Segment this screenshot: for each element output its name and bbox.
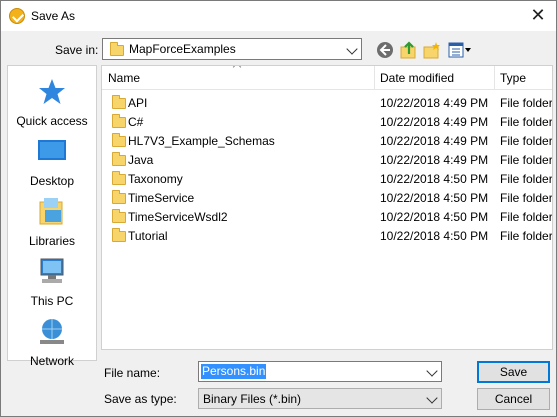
folder-icon	[112, 95, 126, 109]
file-row[interactable]: API 10/22/2018 4:49 PM File folder	[102, 93, 553, 112]
place-label: Network	[29, 354, 74, 368]
file-list[interactable]: Name Date modified Type API 10/22/2018 4…	[101, 65, 553, 350]
file-row[interactable]: HL7V3_Example_Schemas 10/22/2018 4:49 PM…	[102, 131, 553, 150]
column-divider[interactable]	[494, 66, 495, 90]
save-as-dialog: Save As ✕ Save in: MapForceExamples Quic…	[0, 0, 557, 417]
network-icon	[40, 319, 64, 344]
folder-icon	[110, 42, 124, 56]
file-row[interactable]: TimeServiceWsdl2 10/22/2018 4:50 PM File…	[102, 207, 553, 226]
close-button[interactable]: ✕	[526, 4, 550, 28]
save-in-label: Save in:	[55, 43, 99, 57]
file-date: 10/22/2018 4:50 PM	[380, 191, 489, 205]
column-divider[interactable]	[374, 66, 375, 90]
file-type: File folder	[500, 134, 553, 148]
file-date: 10/22/2018 4:49 PM	[380, 134, 489, 148]
file-type: File folder	[500, 115, 553, 129]
file-type: File folder	[500, 172, 553, 186]
file-type: File folder	[500, 96, 553, 110]
folder-icon	[112, 190, 126, 204]
column-header: Name Date modified Type	[102, 66, 552, 90]
column-name[interactable]: Name	[108, 71, 140, 85]
this-pc-icon	[40, 258, 64, 283]
view-menu-icon[interactable]	[447, 40, 473, 60]
folder-icon	[112, 133, 126, 147]
mapforce-app-icon	[9, 8, 25, 24]
places-bar: Quick access Desktop Libraries This PC N…	[7, 65, 97, 368]
place-label: Libraries	[28, 234, 76, 248]
place-label: Desktop	[29, 174, 75, 188]
title-bar[interactable]: Save As ✕	[1, 1, 556, 31]
back-icon[interactable]	[375, 40, 395, 60]
window-title: Save As	[31, 9, 76, 23]
file-row[interactable]: TimeService 10/22/2018 4:50 PM File fold…	[102, 188, 553, 207]
file-name: HL7V3_Example_Schemas	[128, 134, 275, 148]
place-network[interactable]: Network	[8, 316, 96, 374]
column-date-modified[interactable]: Date modified	[380, 71, 454, 85]
file-name: Taxonomy	[128, 172, 183, 186]
chevron-down-icon	[346, 43, 358, 55]
file-date: 10/22/2018 4:50 PM	[380, 210, 489, 224]
place-label: This PC	[30, 294, 74, 308]
file-type: File folder	[500, 153, 553, 167]
quick-access-icon	[39, 79, 65, 104]
file-date: 10/22/2018 4:49 PM	[380, 115, 489, 129]
place-desktop[interactable]: Desktop	[8, 136, 96, 194]
place-label: Quick access	[16, 114, 88, 128]
folder-icon	[112, 209, 126, 223]
place-libraries[interactable]: Libraries	[8, 196, 96, 254]
save-as-type-value: Binary Files (*.bin)	[203, 392, 302, 406]
up-folder-icon[interactable]	[399, 40, 419, 60]
file-date: 10/22/2018 4:50 PM	[380, 172, 489, 186]
file-name: Tutorial	[128, 229, 168, 243]
cancel-button[interactable]: Cancel	[477, 388, 550, 410]
folder-icon	[112, 114, 126, 128]
save-as-type-label: Save as type:	[104, 392, 177, 406]
file-name-combo[interactable]: Persons.bin	[198, 361, 442, 382]
new-folder-icon[interactable]	[422, 40, 442, 60]
place-quick-access[interactable]: Quick access	[8, 76, 96, 134]
folder-icon	[112, 228, 126, 242]
file-type: File folder	[500, 229, 553, 243]
file-row[interactable]: Taxonomy 10/22/2018 4:50 PM File folder	[102, 169, 553, 188]
file-name: API	[128, 96, 148, 110]
place-this-pc[interactable]: This PC	[8, 256, 96, 314]
file-row[interactable]: Java 10/22/2018 4:49 PM File folder	[102, 150, 553, 169]
file-name: TimeService	[128, 191, 195, 205]
file-type: File folder	[500, 191, 553, 205]
file-name: TimeServiceWsdl2	[128, 210, 228, 224]
file-date: 10/22/2018 4:49 PM	[380, 96, 489, 110]
chevron-down-icon	[426, 392, 438, 404]
file-date: 10/22/2018 4:50 PM	[380, 229, 489, 243]
file-row[interactable]: C# 10/22/2018 4:49 PM File folder	[102, 112, 553, 131]
file-name-label: File name:	[104, 366, 161, 380]
column-type[interactable]: Type	[500, 71, 526, 85]
save-in-value: MapForceExamples	[129, 42, 236, 56]
save-in-dropdown[interactable]: MapForceExamples	[102, 38, 362, 60]
file-name: Java	[128, 153, 154, 167]
save-as-type-dropdown[interactable]: Binary Files (*.bin)	[198, 388, 442, 409]
file-name: C#	[128, 115, 144, 129]
file-date: 10/22/2018 4:49 PM	[380, 153, 489, 167]
folder-icon	[112, 171, 126, 185]
libraries-icon	[39, 198, 63, 225]
file-type: File folder	[500, 210, 553, 224]
chevron-down-icon[interactable]	[426, 365, 438, 377]
save-button[interactable]: Save	[477, 361, 550, 383]
sort-ascending-icon	[232, 66, 242, 72]
desktop-icon	[38, 140, 66, 160]
folder-icon	[112, 152, 126, 166]
file-row[interactable]: Tutorial 10/22/2018 4:50 PM File folder	[102, 226, 553, 245]
file-name-input[interactable]: Persons.bin	[201, 364, 267, 379]
